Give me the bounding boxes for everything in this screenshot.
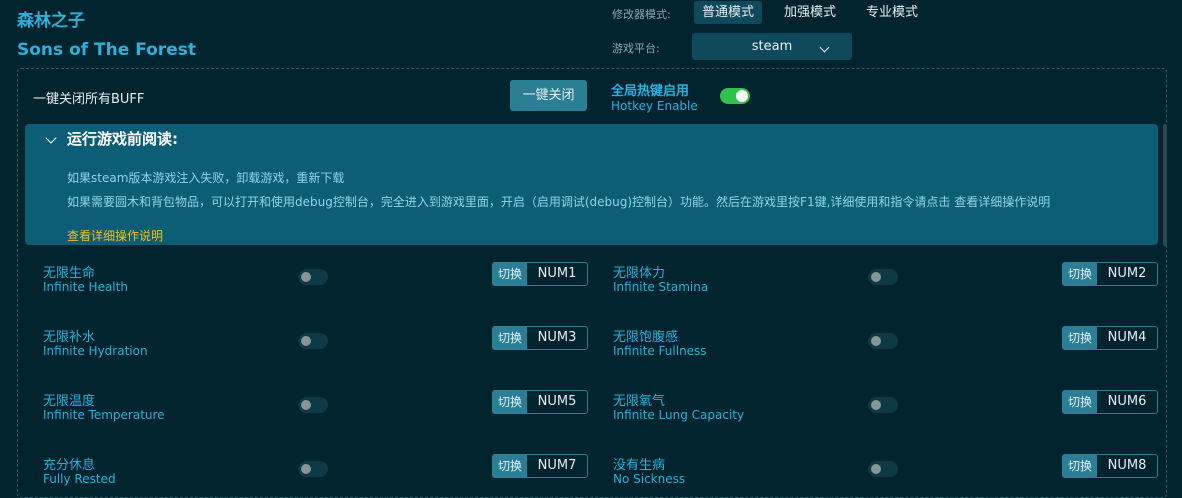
toggle-knob	[871, 336, 881, 346]
notice-line-2: 如果需要圆木和背包物品，可以打开和使用debug控制台，完全进入到游戏里面，开启…	[67, 195, 1051, 209]
feature-name-cn: 无限生命	[43, 266, 96, 281]
feature-toggle[interactable]	[298, 397, 328, 413]
switch-label[interactable]: 切换	[1063, 263, 1097, 285]
feature-row: 无限温度 Infinite Temperature 切换 NUM5	[43, 390, 603, 426]
toggle-knob	[301, 272, 311, 282]
feature-toggle[interactable]	[868, 333, 898, 349]
hotkey-key[interactable]: NUM1	[527, 263, 587, 285]
feature-name-cn: 无限温度	[43, 394, 96, 409]
feature-row: 无限生命 Infinite Health 切换 NUM1	[43, 262, 603, 298]
close-all-button[interactable]: 一键关闭	[510, 80, 587, 111]
hotkey-box[interactable]: 切换 NUM4	[1062, 326, 1158, 350]
feature-name-cn: 无限氧气	[613, 394, 666, 409]
mode-pro-button[interactable]: 专业模式	[858, 1, 926, 24]
feature-name-en: Infinite Hydration	[43, 344, 148, 358]
toggle-knob	[301, 336, 311, 346]
feature-name-en: Fully Rested	[43, 472, 116, 486]
hotkey-label-cn: 全局热键启用	[611, 84, 690, 99]
feature-name-en: Infinite Lung Capacity	[613, 408, 745, 422]
switch-label[interactable]: 切换	[1063, 391, 1097, 413]
hotkey-key[interactable]: NUM4	[1097, 327, 1157, 349]
feature-toggle[interactable]	[298, 461, 328, 477]
toggle-knob	[871, 400, 881, 410]
hotkey-key[interactable]: NUM8	[1097, 455, 1157, 477]
app-title-cn: 森林之子	[17, 11, 85, 31]
feature-name-cn: 无限饱腹感	[613, 330, 679, 345]
hotkey-key[interactable]: NUM2	[1097, 263, 1157, 285]
feature-name-cn: 充分休息	[43, 458, 96, 473]
feature-row: 无限体力 Infinite Stamina 切换 NUM2	[613, 262, 1173, 298]
switch-label[interactable]: 切换	[1063, 455, 1097, 477]
feature-name-cn: 无限体力	[613, 266, 666, 281]
hotkey-box[interactable]: 切换 NUM6	[1062, 390, 1158, 414]
feature-row: 没有生病 No Sickness 切换 NUM8	[613, 454, 1173, 490]
feature-name-en: Infinite Fullness	[613, 344, 707, 358]
feature-toggle[interactable]	[868, 461, 898, 477]
switch-label[interactable]: 切换	[1063, 327, 1097, 349]
toggle-knob	[871, 464, 881, 474]
hotkey-box[interactable]: 切换 NUM7	[492, 454, 588, 478]
feature-name-en: Infinite Health	[43, 280, 128, 294]
feature-toggle[interactable]	[868, 269, 898, 285]
hotkey-box[interactable]: 切换 NUM5	[492, 390, 588, 414]
platform-label: 游戏平台:	[612, 42, 660, 55]
feature-name-cn: 没有生病	[613, 458, 666, 473]
feature-name-en: Infinite Stamina	[613, 280, 709, 294]
feature-toggle[interactable]	[298, 333, 328, 349]
toggle-knob	[871, 272, 881, 282]
mode-enhanced-button[interactable]: 加强模式	[776, 1, 844, 24]
feature-row: 无限氧气 Infinite Lung Capacity 切换 NUM6	[613, 390, 1173, 426]
notice-title[interactable]: 运行游戏前阅读:	[67, 128, 178, 149]
hotkey-box[interactable]: 切换 NUM2	[1062, 262, 1158, 286]
chevron-down-icon[interactable]	[45, 132, 57, 144]
notice-line-1: 如果steam版本游戏注入失败，卸载游戏，重新下载	[67, 171, 345, 185]
toggle-knob	[301, 400, 311, 410]
feature-row: 充分休息 Fully Rested 切换 NUM7	[43, 454, 603, 490]
feature-row: 无限补水 Infinite Hydration 切换 NUM3	[43, 326, 603, 362]
hotkey-box[interactable]: 切换 NUM1	[492, 262, 588, 286]
feature-row: 无限饱腹感 Infinite Fullness 切换 NUM4	[613, 326, 1173, 362]
details-link[interactable]: 查看详细操作说明	[67, 227, 163, 244]
hotkey-label-en: Hotkey Enable	[611, 99, 698, 113]
hotkey-key[interactable]: NUM6	[1097, 391, 1157, 413]
switch-label[interactable]: 切换	[493, 391, 527, 413]
feature-name-cn: 无限补水	[43, 330, 96, 345]
notice-panel: 运行游戏前阅读: 如果steam版本游戏注入失败，卸载游戏，重新下载 如果需要圆…	[25, 124, 1158, 245]
mode-normal-button[interactable]: 普通模式	[694, 1, 763, 24]
feature-toggle[interactable]	[868, 397, 898, 413]
switch-label[interactable]: 切换	[493, 263, 527, 285]
switch-label[interactable]: 切换	[493, 327, 527, 349]
hotkey-key[interactable]: NUM3	[527, 327, 587, 349]
feature-toggle[interactable]	[298, 269, 328, 285]
feature-name-en: No Sickness	[613, 472, 686, 486]
app-title-en: Sons of The Forest	[17, 40, 196, 60]
switch-label[interactable]: 切换	[493, 455, 527, 477]
feature-name-en: Infinite Temperature	[43, 408, 165, 422]
mode-label: 修改器模式:	[612, 8, 671, 21]
hotkey-box[interactable]: 切换 NUM8	[1062, 454, 1158, 478]
hotkey-box[interactable]: 切换 NUM3	[492, 326, 588, 350]
toggle-knob	[736, 90, 748, 102]
platform-select[interactable]: steam	[692, 33, 852, 60]
hotkey-key[interactable]: NUM5	[527, 391, 587, 413]
close-all-buff-label: 一键关闭所有BUFF	[33, 92, 145, 107]
hotkey-toggle[interactable]	[720, 88, 750, 104]
toggle-knob	[301, 464, 311, 474]
hotkey-key[interactable]: NUM7	[527, 455, 587, 477]
scrollbar[interactable]	[1163, 124, 1167, 246]
